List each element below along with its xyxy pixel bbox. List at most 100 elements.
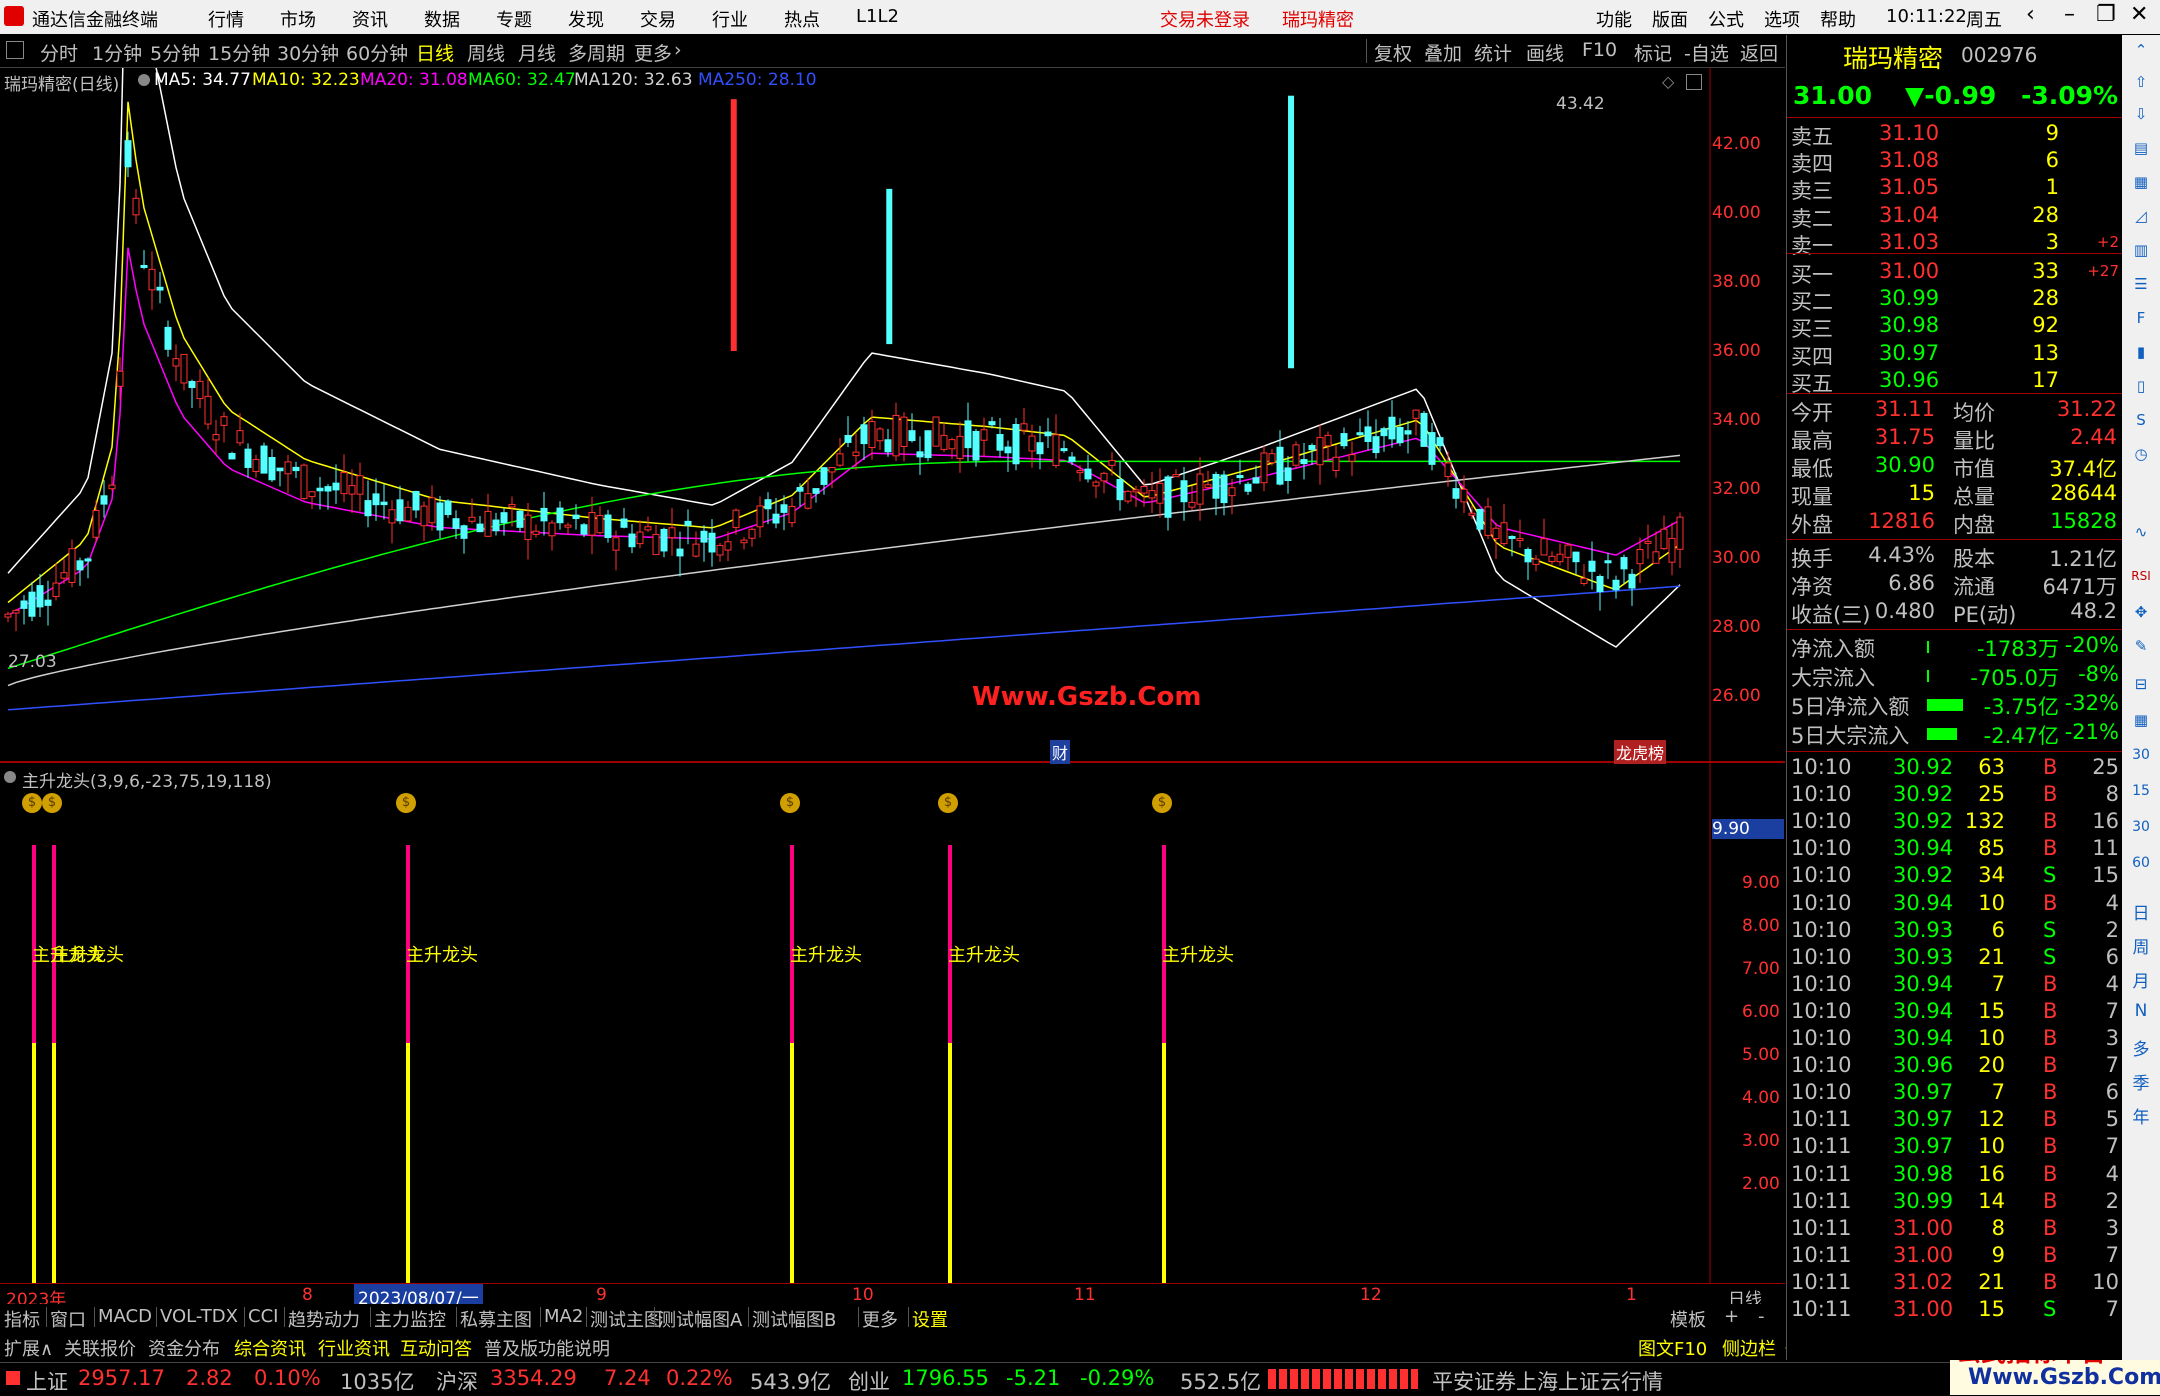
- tool-fuquan[interactable]: 复权: [1374, 39, 1412, 66]
- doc-icon[interactable]: ▯: [2130, 377, 2152, 399]
- f10-button[interactable]: 图文F10: [1638, 1335, 1707, 1361]
- pen-icon[interactable]: ✎: [2130, 637, 2152, 659]
- period-multi-icon[interactable]: 多: [2130, 1035, 2152, 1060]
- order-book-row[interactable]: 买三 30.98 92: [1787, 313, 2123, 341]
- tab-item[interactable]: 指标: [4, 1306, 40, 1332]
- tab-item[interactable]: 设置: [912, 1306, 948, 1332]
- indicator-panel[interactable]: 主升龙头(3,9,6,-23,75,19,118) 9.90 9.00 8.00…: [0, 763, 1785, 1283]
- table-icon[interactable]: ▦: [2130, 173, 2152, 195]
- price-axis-diamond-icon[interactable]: ◇: [1662, 72, 1674, 91]
- order-book-row[interactable]: 卖四 31.08 6: [1787, 148, 2123, 176]
- tab-item[interactable]: 趋势动力: [288, 1306, 360, 1332]
- finance-marker[interactable]: 财: [1050, 740, 1071, 764]
- period-60min[interactable]: 60分钟: [346, 39, 408, 66]
- index-hs-name[interactable]: 沪深: [436, 1366, 478, 1396]
- period-year-icon[interactable]: 年: [2130, 1103, 2152, 1128]
- tab-item[interactable]: VOL-TDX: [160, 1306, 238, 1327]
- indicator-toggle-icon[interactable]: [4, 771, 16, 783]
- chart-window-icon[interactable]: [1686, 74, 1702, 90]
- grid-icon[interactable]: ▦: [2130, 711, 2152, 733]
- period-5min[interactable]: 5分钟: [150, 39, 200, 66]
- add-window-button[interactable]: +: [1724, 1306, 1739, 1327]
- list-icon[interactable]: ☰: [2130, 275, 2152, 297]
- period-15min[interactable]: 15分钟: [208, 39, 270, 66]
- order-book-row[interactable]: 买一 31.00 33 +27: [1787, 259, 2123, 287]
- period-week-icon[interactable]: 周: [2130, 933, 2152, 958]
- fs-icon[interactable]: S: [2130, 411, 2152, 433]
- tool-tongji[interactable]: 统计: [1474, 39, 1512, 66]
- tool-fanhui[interactable]: 返回: [1740, 39, 1778, 66]
- func-item[interactable]: 综合资讯: [234, 1335, 306, 1361]
- order-book-row[interactable]: 卖二 31.04 28: [1787, 203, 2123, 231]
- period-30min[interactable]: 30分钟: [277, 39, 339, 66]
- menu-l1l2[interactable]: L1L2: [856, 6, 899, 27]
- tool-60min[interactable]: 60: [2130, 855, 2152, 877]
- restore-icon[interactable]: ❐: [2096, 2, 2116, 27]
- order-book-row[interactable]: 卖三 31.05 1: [1787, 175, 2123, 203]
- move-icon[interactable]: ✥: [2130, 603, 2152, 625]
- period-n-icon[interactable]: N: [2130, 1001, 2152, 1023]
- menu-jiaoyi[interactable]: 交易: [640, 6, 676, 32]
- main-chart-area[interactable]: 瑞玛精密(日线) MA5: 34.77 MA10: 32.23 MA20: 31.0…: [0, 68, 1785, 764]
- remove-window-button[interactable]: -: [1758, 1306, 1765, 1327]
- clock-icon[interactable]: ◷: [2130, 445, 2152, 467]
- func-item[interactable]: 普及版功能说明: [484, 1335, 610, 1361]
- pin-icon[interactable]: ⌃: [2130, 41, 2152, 63]
- menu-zixun[interactable]: 资讯: [352, 6, 388, 32]
- minimize-icon[interactable]: –: [2064, 2, 2075, 27]
- func-item[interactable]: 资金分布: [148, 1335, 220, 1361]
- line-chart-icon[interactable]: ◿: [2130, 207, 2152, 229]
- menu-bangzhu[interactable]: 帮助: [1820, 6, 1856, 32]
- login-status[interactable]: 交易未登录: [1160, 6, 1250, 32]
- period-monthly[interactable]: 月线: [518, 39, 556, 66]
- order-book-row[interactable]: 买四 30.97 13: [1787, 341, 2123, 369]
- period-1min[interactable]: 1分钟: [92, 39, 142, 66]
- fs2-icon[interactable]: ⊟: [2130, 675, 2152, 697]
- tab-item[interactable]: MACD: [98, 1306, 152, 1327]
- period-fenshi[interactable]: 分时: [40, 39, 78, 66]
- func-item[interactable]: 关联报价: [64, 1335, 136, 1361]
- period-multi[interactable]: 多周期: [568, 39, 625, 66]
- tool-huaxian[interactable]: 画线: [1526, 39, 1564, 66]
- menu-hangqing[interactable]: 行情: [208, 6, 244, 32]
- rsi-tool[interactable]: RSI: [2130, 569, 2152, 591]
- tab-item[interactable]: 测试幅图A: [658, 1306, 742, 1332]
- func-item[interactable]: 行业资讯: [318, 1335, 390, 1361]
- layout-icon[interactable]: [6, 41, 24, 59]
- template-button[interactable]: 模板: [1670, 1306, 1706, 1332]
- indicator-chart[interactable]: [0, 763, 1785, 1283]
- period-month-icon[interactable]: 月: [2130, 967, 2152, 992]
- menu-banmian[interactable]: 版面: [1652, 6, 1688, 32]
- menu-faxian[interactable]: 发现: [568, 6, 604, 32]
- tab-item[interactable]: 测试幅图B: [752, 1306, 836, 1332]
- f10-icon[interactable]: F: [2130, 309, 2152, 331]
- func-item[interactable]: 扩展∧: [4, 1335, 53, 1361]
- wave-icon[interactable]: ∿: [2130, 523, 2152, 545]
- tab-item[interactable]: 更多: [862, 1306, 898, 1332]
- tool-15min[interactable]: 15: [2130, 783, 2152, 805]
- menu-shichang[interactable]: 市场: [280, 6, 316, 32]
- tab-item[interactable]: 主力监控: [374, 1306, 446, 1332]
- tab-item[interactable]: 测试主图: [590, 1306, 662, 1332]
- ma-toggle-icon[interactable]: [138, 74, 150, 86]
- tab-item[interactable]: 私募主图: [460, 1306, 532, 1332]
- tool-biaoji[interactable]: 标记: [1634, 39, 1672, 66]
- chevron-right-icon[interactable]: ›: [674, 39, 682, 61]
- kline-chart[interactable]: [0, 68, 1785, 763]
- period-day-icon[interactable]: 日: [2130, 899, 2152, 924]
- lhb-marker[interactable]: 龙虎榜: [1614, 740, 1667, 764]
- back-icon[interactable]: ‹: [2026, 2, 2035, 27]
- kline-icon[interactable]: ▥: [2130, 241, 2152, 263]
- tab-item[interactable]: MA2: [544, 1306, 583, 1327]
- menu-hangye[interactable]: 行业: [712, 6, 748, 32]
- tool-30min[interactable]: 30: [2130, 747, 2152, 769]
- menu-gongneng[interactable]: 功能: [1596, 6, 1632, 32]
- index-sh-name[interactable]: 上证: [26, 1366, 68, 1396]
- menu-redian[interactable]: 热点: [784, 6, 820, 32]
- page-up-icon[interactable]: ⇧: [2130, 73, 2152, 95]
- order-book-row[interactable]: 卖五 31.10 9: [1787, 121, 2123, 149]
- period-weekly[interactable]: 周线: [467, 39, 505, 66]
- index-cy-name[interactable]: 创业: [848, 1366, 890, 1396]
- order-book-row[interactable]: 买二 30.99 28: [1787, 286, 2123, 314]
- quote-icon[interactable]: ▤: [2130, 139, 2152, 161]
